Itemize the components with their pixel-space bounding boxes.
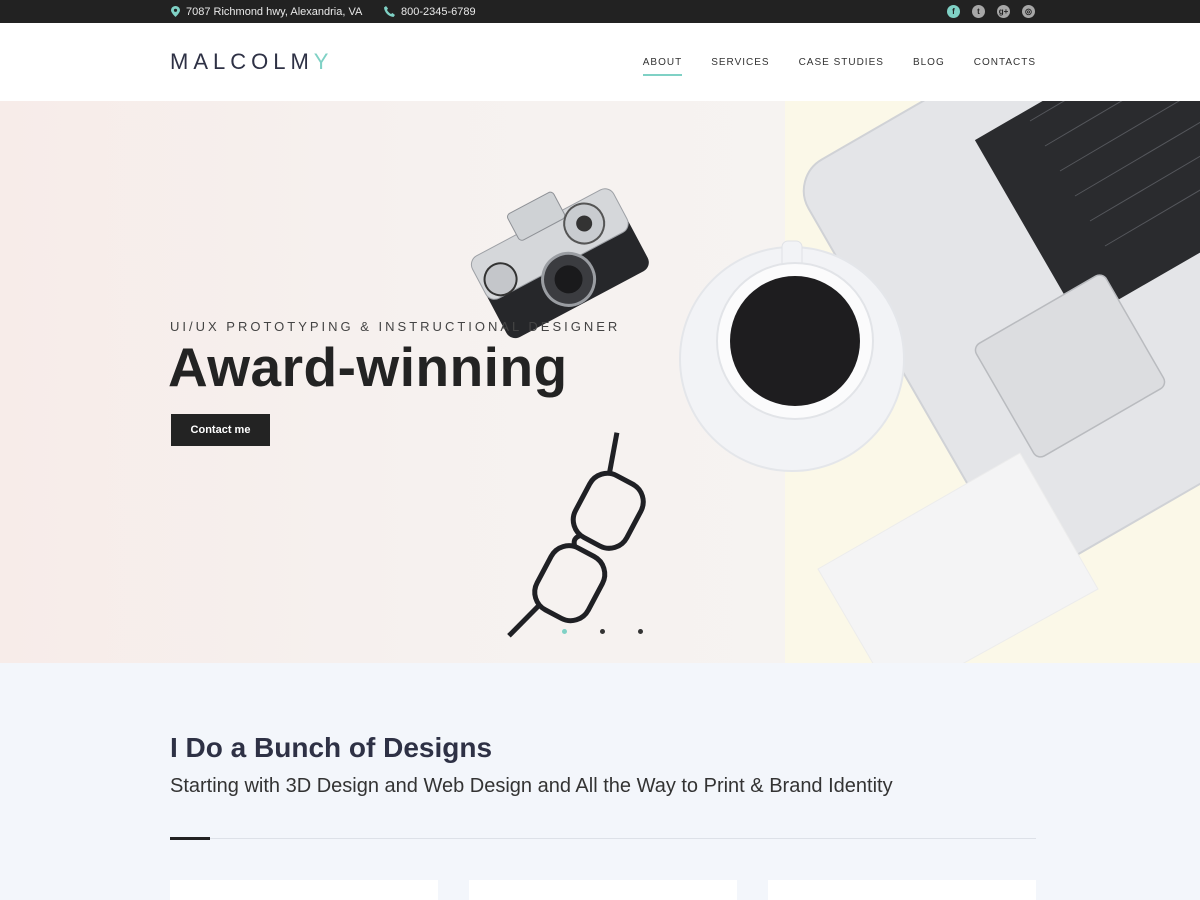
section-title: I Do a Bunch of Designs (170, 732, 493, 763)
slider-dot-1[interactable] (562, 629, 567, 634)
phone-text: 800-2345-6789 (401, 5, 476, 18)
address: 7087 Richmond hwy, Alexandria, VA (171, 0, 362, 23)
nav-services[interactable]: SERVICES (711, 51, 769, 74)
slider-pagination (562, 629, 643, 634)
divider-accent (170, 837, 210, 840)
map-pin-icon (171, 6, 180, 17)
slider-dot-2[interactable] (600, 629, 605, 634)
main-nav: ABOUT SERVICES CASE STUDIES BLOG CONTACT… (642, 23, 1036, 101)
service-card-1 (170, 880, 438, 900)
nav-case-studies[interactable]: CASE STUDIES (799, 51, 884, 74)
slider-dot-3[interactable] (638, 629, 643, 634)
service-card-2 (469, 880, 737, 900)
nav-blog[interactable]: BLOG (913, 51, 945, 74)
hero-slider: UI/UX PROTOTYPING & INSTRUCTIONAL DESIGN… (0, 101, 1200, 663)
google-plus-icon[interactable]: g+ (997, 5, 1010, 18)
service-card-3 (768, 880, 1036, 900)
contact-me-button[interactable]: Contact me (171, 414, 270, 446)
facebook-icon[interactable]: f (947, 5, 960, 18)
logo-main: MALCOLM (170, 49, 314, 74)
hero-subtitle: UI/UX PROTOTYPING & INSTRUCTIONAL DESIGN… (170, 319, 621, 334)
logo[interactable]: MALCOLMY (170, 49, 333, 75)
phone[interactable]: 800-2345-6789 (384, 0, 476, 23)
nav-about[interactable]: ABOUT (642, 51, 683, 76)
section-divider (170, 837, 1036, 840)
phone-icon (384, 6, 395, 17)
camera (470, 188, 649, 339)
social-links: f t g+ ◎ (947, 0, 1035, 23)
hero-title: Award-winning (168, 336, 568, 398)
site-header: MALCOLMY ABOUT SERVICES CASE STUDIES BLO… (0, 23, 1200, 101)
nav-contacts[interactable]: CONTACTS (974, 51, 1036, 74)
twitter-icon[interactable]: t (972, 5, 985, 18)
address-text: 7087 Richmond hwy, Alexandria, VA (186, 5, 363, 18)
instagram-icon[interactable]: ◎ (1022, 5, 1035, 18)
section-subtitle: Starting with 3D Design and Web Design a… (170, 775, 893, 797)
top-bar: 7087 Richmond hwy, Alexandria, VA 800-23… (0, 0, 1200, 23)
logo-accent: Y (313, 49, 334, 74)
